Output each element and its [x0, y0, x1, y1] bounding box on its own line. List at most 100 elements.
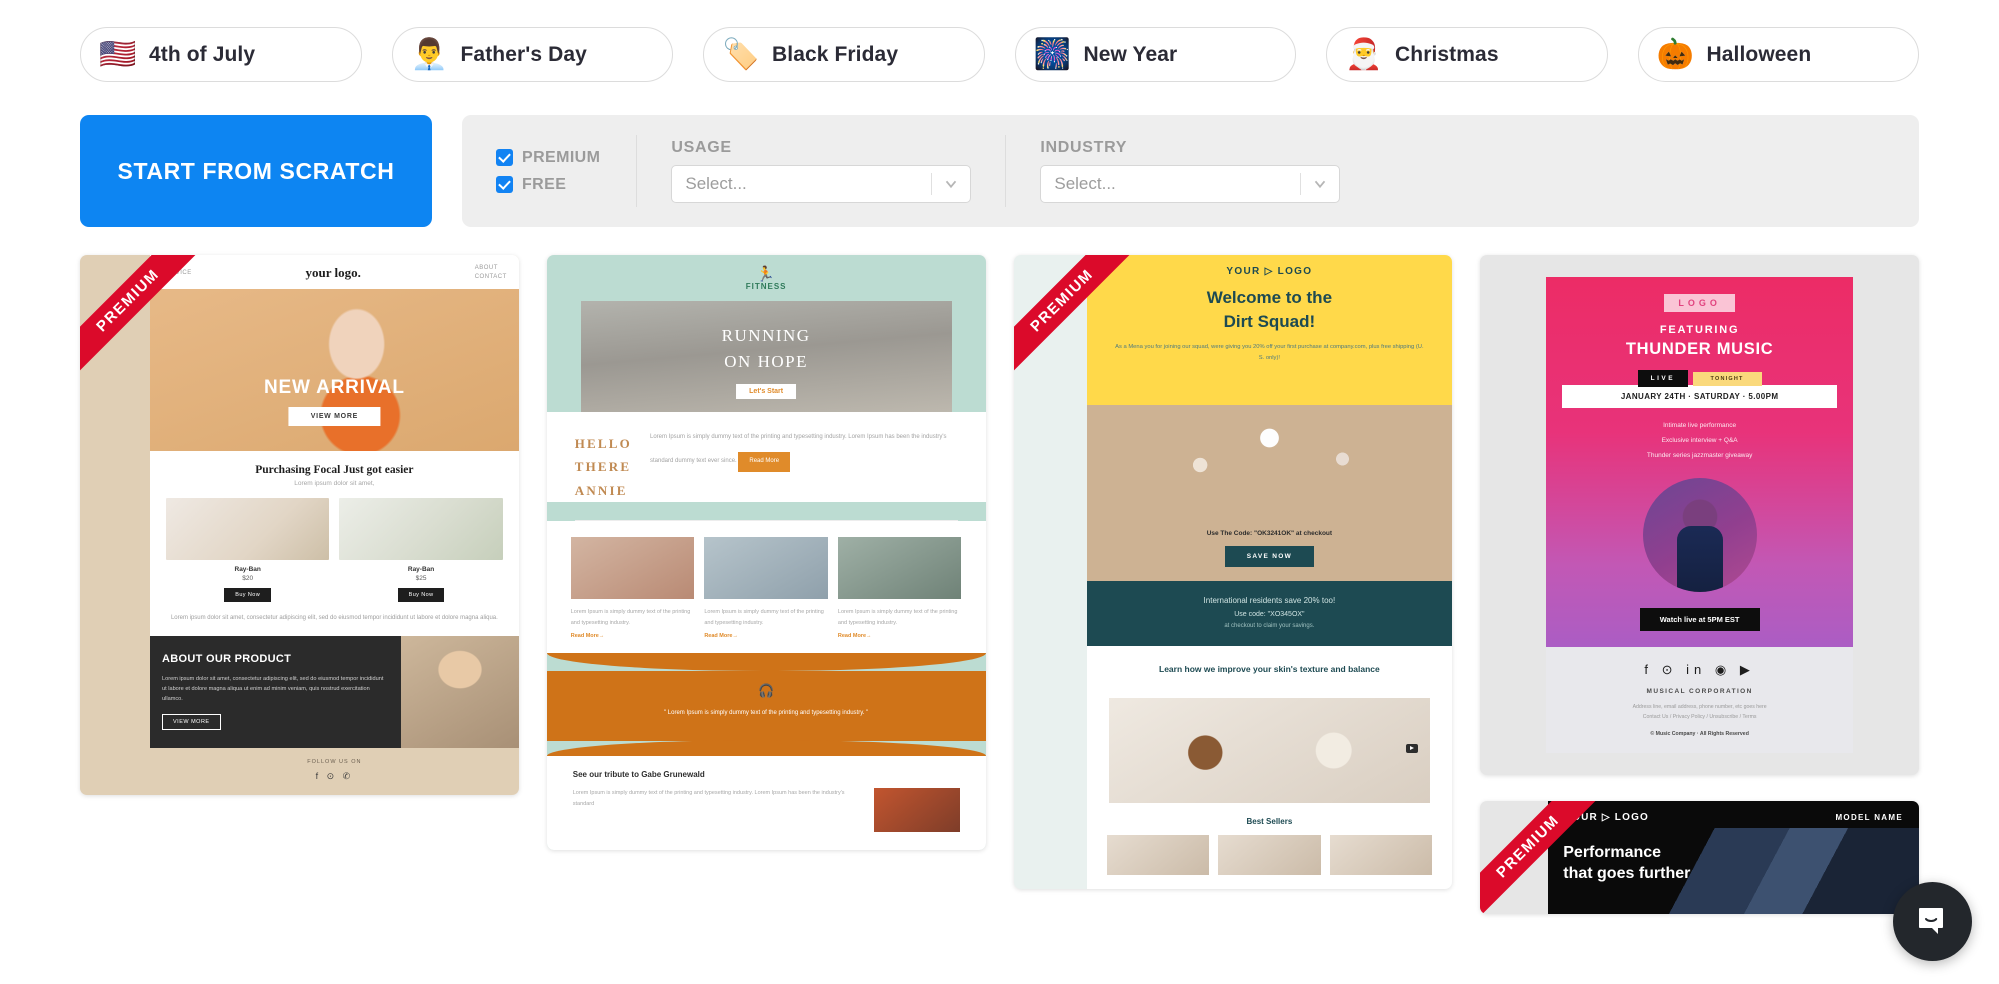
category-chip-black-friday[interactable]: 🏷️ Black Friday [703, 27, 985, 82]
tonight-badge: TONIGHT [1692, 372, 1762, 386]
column-item: Lorem Ipsum is simply dummy text of the … [570, 537, 695, 639]
hero-cta-button: VIEW MORE [288, 407, 380, 426]
preview-headline: Purchasing Focal Just got easier [255, 464, 414, 476]
hero-intro-text: As a Mena you for joining our squad, wer… [1115, 343, 1424, 361]
best-seller-item [1106, 834, 1210, 875]
checkbox-checked-icon[interactable] [496, 176, 513, 193]
template-card-dirt-squad[interactable]: PREMIUM YOUR ▷ LOGO Welcome to the Dirt … [1013, 255, 1453, 889]
start-from-scratch-button[interactable]: START FROM SCRATCH [80, 115, 432, 227]
social-icons: f ⊙ in ◉ ▶ [1644, 661, 1755, 677]
template-card-performance[interactable]: PREMIUM YOUR ▷ LOGO MODEL NAME Performan… [1480, 800, 1919, 914]
about-title: ABOUT OUR PRODUCT [162, 652, 292, 665]
event-bullet: Intimate live performance [1663, 422, 1737, 429]
column-item: Lorem Ipsum is simply dummy text of the … [704, 537, 828, 639]
tribute-row: Lorem Ipsum is simply dummy text of the … [572, 788, 960, 833]
template-column-4: LOGO FEATURING THUNDER MUSIC LIVE TONIGH… [1480, 255, 1919, 914]
performer-avatar [1642, 477, 1757, 592]
product-name: Ray-Ban [234, 566, 261, 573]
preview-about-section: ABOUT OUR PRODUCT Lorem ipsum dolor sit … [150, 635, 519, 748]
play-button-icon [1406, 743, 1419, 753]
hero-title-line1: RUNNING [721, 326, 811, 345]
offer-line-1: International residents save 20% too! [1203, 596, 1336, 606]
footer-address: Address line, email address, phone numbe… [1564, 702, 1835, 723]
hero-headline: Performance that goes further [1563, 842, 1690, 885]
best-sellers-grid [1087, 834, 1453, 889]
hero-title-line2: ON HOPE [724, 352, 808, 372]
category-chip-label: New Year [1083, 42, 1178, 66]
preview-hero: LOGO FEATURING THUNDER MUSIC LIVE TONIGH… [1546, 277, 1853, 647]
template-preview: YOUR ▷ LOGO Welcome to the Dirt Squad! A… [1086, 255, 1453, 889]
preview-hero: Performance that goes further [1548, 827, 1919, 914]
read-more-button: Read More [738, 452, 791, 472]
category-chip-bar: 🇺🇸 4th of July 👨‍💼 Father's Day 🏷️ Black… [0, 0, 1999, 82]
preview-lorem: Lorem ipsum dolor sit amet, consectetur … [170, 615, 498, 621]
corporation-name: MUSICAL CORPORATION [1646, 687, 1753, 695]
preview-subline: Lorem ipsum dolor sit amet, [294, 480, 375, 487]
product-image [166, 498, 330, 560]
event-bullet: Thunder series jazzmaster giveaway [1646, 451, 1753, 459]
preview-product: Ray-Ban $20 Buy Now [166, 498, 330, 602]
industry-label: INDUSTRY [1040, 139, 1128, 156]
column-text: Lorem Ipsum is simply dummy text of the … [570, 609, 691, 626]
man-in-suit-icon: 👨‍💼 [410, 37, 448, 71]
event-bullet: Exclusive interview + Q&A [1661, 436, 1738, 444]
watch-live-button: Watch live at 5PM EST [1639, 607, 1760, 631]
promo-code-text: Use The Code: "OK3241OK" at checkout [1206, 530, 1333, 538]
about-text: ABOUT OUR PRODUCT Lorem ipsum dolor sit … [150, 636, 401, 748]
category-chip-halloween[interactable]: 🎃 Halloween [1637, 27, 1919, 82]
preview-navbar: YOUR ▷ LOGO MODEL NAME [1548, 801, 1919, 823]
footer-follow-label: FOLLOW US ON [307, 758, 362, 765]
chat-launcher-button[interactable] [1893, 882, 1972, 961]
flag-usa-icon: 🇺🇸 [99, 37, 137, 71]
chevron-down-icon[interactable] [1301, 175, 1339, 193]
best-seller-item [1329, 834, 1433, 875]
template-column-2: 🏃 FITNESS RUNNING ON HOPE Let's Start HE… [546, 255, 986, 851]
template-card-thunder-music[interactable]: LOGO FEATURING THUNDER MUSIC LIVE TONIGH… [1480, 255, 1919, 775]
tribute-body: Lorem Ipsum is simply dummy text of the … [572, 790, 845, 808]
event-bullets: Intimate live performance Exclusive inte… [1546, 419, 1853, 464]
fireworks-icon: 🎆 [1033, 37, 1071, 71]
headphones-icon: 🎧 [758, 683, 775, 699]
hello-heading: HELLO THERE ANNIE [574, 436, 632, 498]
footer-copyright: © Music Company · All Rights Reserved [1650, 730, 1749, 737]
checkbox-premium[interactable]: PREMIUM [496, 149, 600, 167]
filter-panel: PREMIUM FREE USAGE Select... INDUSTRY Se… [462, 115, 1919, 227]
checkbox-free[interactable]: FREE [496, 176, 600, 194]
category-chip-christmas[interactable]: 🎅 Christmas [1326, 27, 1608, 82]
category-chip-label: 4th of July [149, 42, 256, 66]
product-name: Ray-Ban [407, 566, 435, 573]
preview-product: Ray-Ban $25 Buy Now [339, 498, 503, 602]
hero-headline-line2: Dirt Squad! [1223, 311, 1316, 331]
template-card-new-arrival[interactable]: PREMIUM SERVICE your logo. ABOUT CONTACT… [80, 255, 519, 795]
chevron-down-icon[interactable] [932, 175, 970, 193]
usage-select[interactable]: Select... [671, 165, 972, 203]
wave-divider-top [546, 653, 986, 672]
live-badge: LIVE [1637, 370, 1689, 387]
category-chip-4th-of-july[interactable]: 🇺🇸 4th of July [80, 27, 362, 82]
product-image [339, 498, 503, 560]
template-preview: SERVICE your logo. ABOUT CONTACT NEW ARR… [150, 255, 519, 795]
learn-section: Learn how we improve your skin's texture… [1087, 646, 1453, 687]
preview-logo: YOUR ▷ LOGO [1226, 266, 1313, 277]
best-sellers-title: Best Sellers [1246, 816, 1293, 826]
column-read-more: Read More→ [704, 633, 738, 640]
chat-bubble-icon [1918, 907, 1943, 934]
wave-divider-bottom [546, 740, 986, 757]
checkbox-free-label: FREE [522, 175, 567, 193]
preview-logo: YOUR ▷ LOGO [1564, 811, 1650, 823]
coffee-video-thumbnail [1108, 697, 1431, 803]
preview-body: Purchasing Focal Just got easier Lorem i… [150, 451, 519, 636]
footer-address-line: Address line, email address, phone numbe… [1632, 703, 1767, 710]
industry-select[interactable]: Select... [1040, 165, 1341, 203]
template-column-1: PREMIUM SERVICE your logo. ABOUT CONTACT… [80, 255, 519, 795]
checkbox-premium-label: PREMIUM [522, 148, 601, 166]
international-offer-section: International residents save 20% too! Us… [1086, 581, 1453, 647]
template-card-fitness[interactable]: 🏃 FITNESS RUNNING ON HOPE Let's Start HE… [546, 255, 986, 851]
model-name-label: MODEL NAME [1835, 812, 1903, 822]
category-chip-label: Black Friday [772, 42, 899, 66]
category-chip-fathers-day[interactable]: 👨‍💼 Father's Day [391, 27, 673, 82]
checkbox-checked-icon[interactable] [496, 149, 513, 166]
category-chip-new-year[interactable]: 🎆 New Year [1014, 27, 1296, 82]
category-chip-label: Christmas [1395, 42, 1499, 66]
template-column-3: PREMIUM YOUR ▷ LOGO Welcome to the Dirt … [1013, 255, 1453, 889]
